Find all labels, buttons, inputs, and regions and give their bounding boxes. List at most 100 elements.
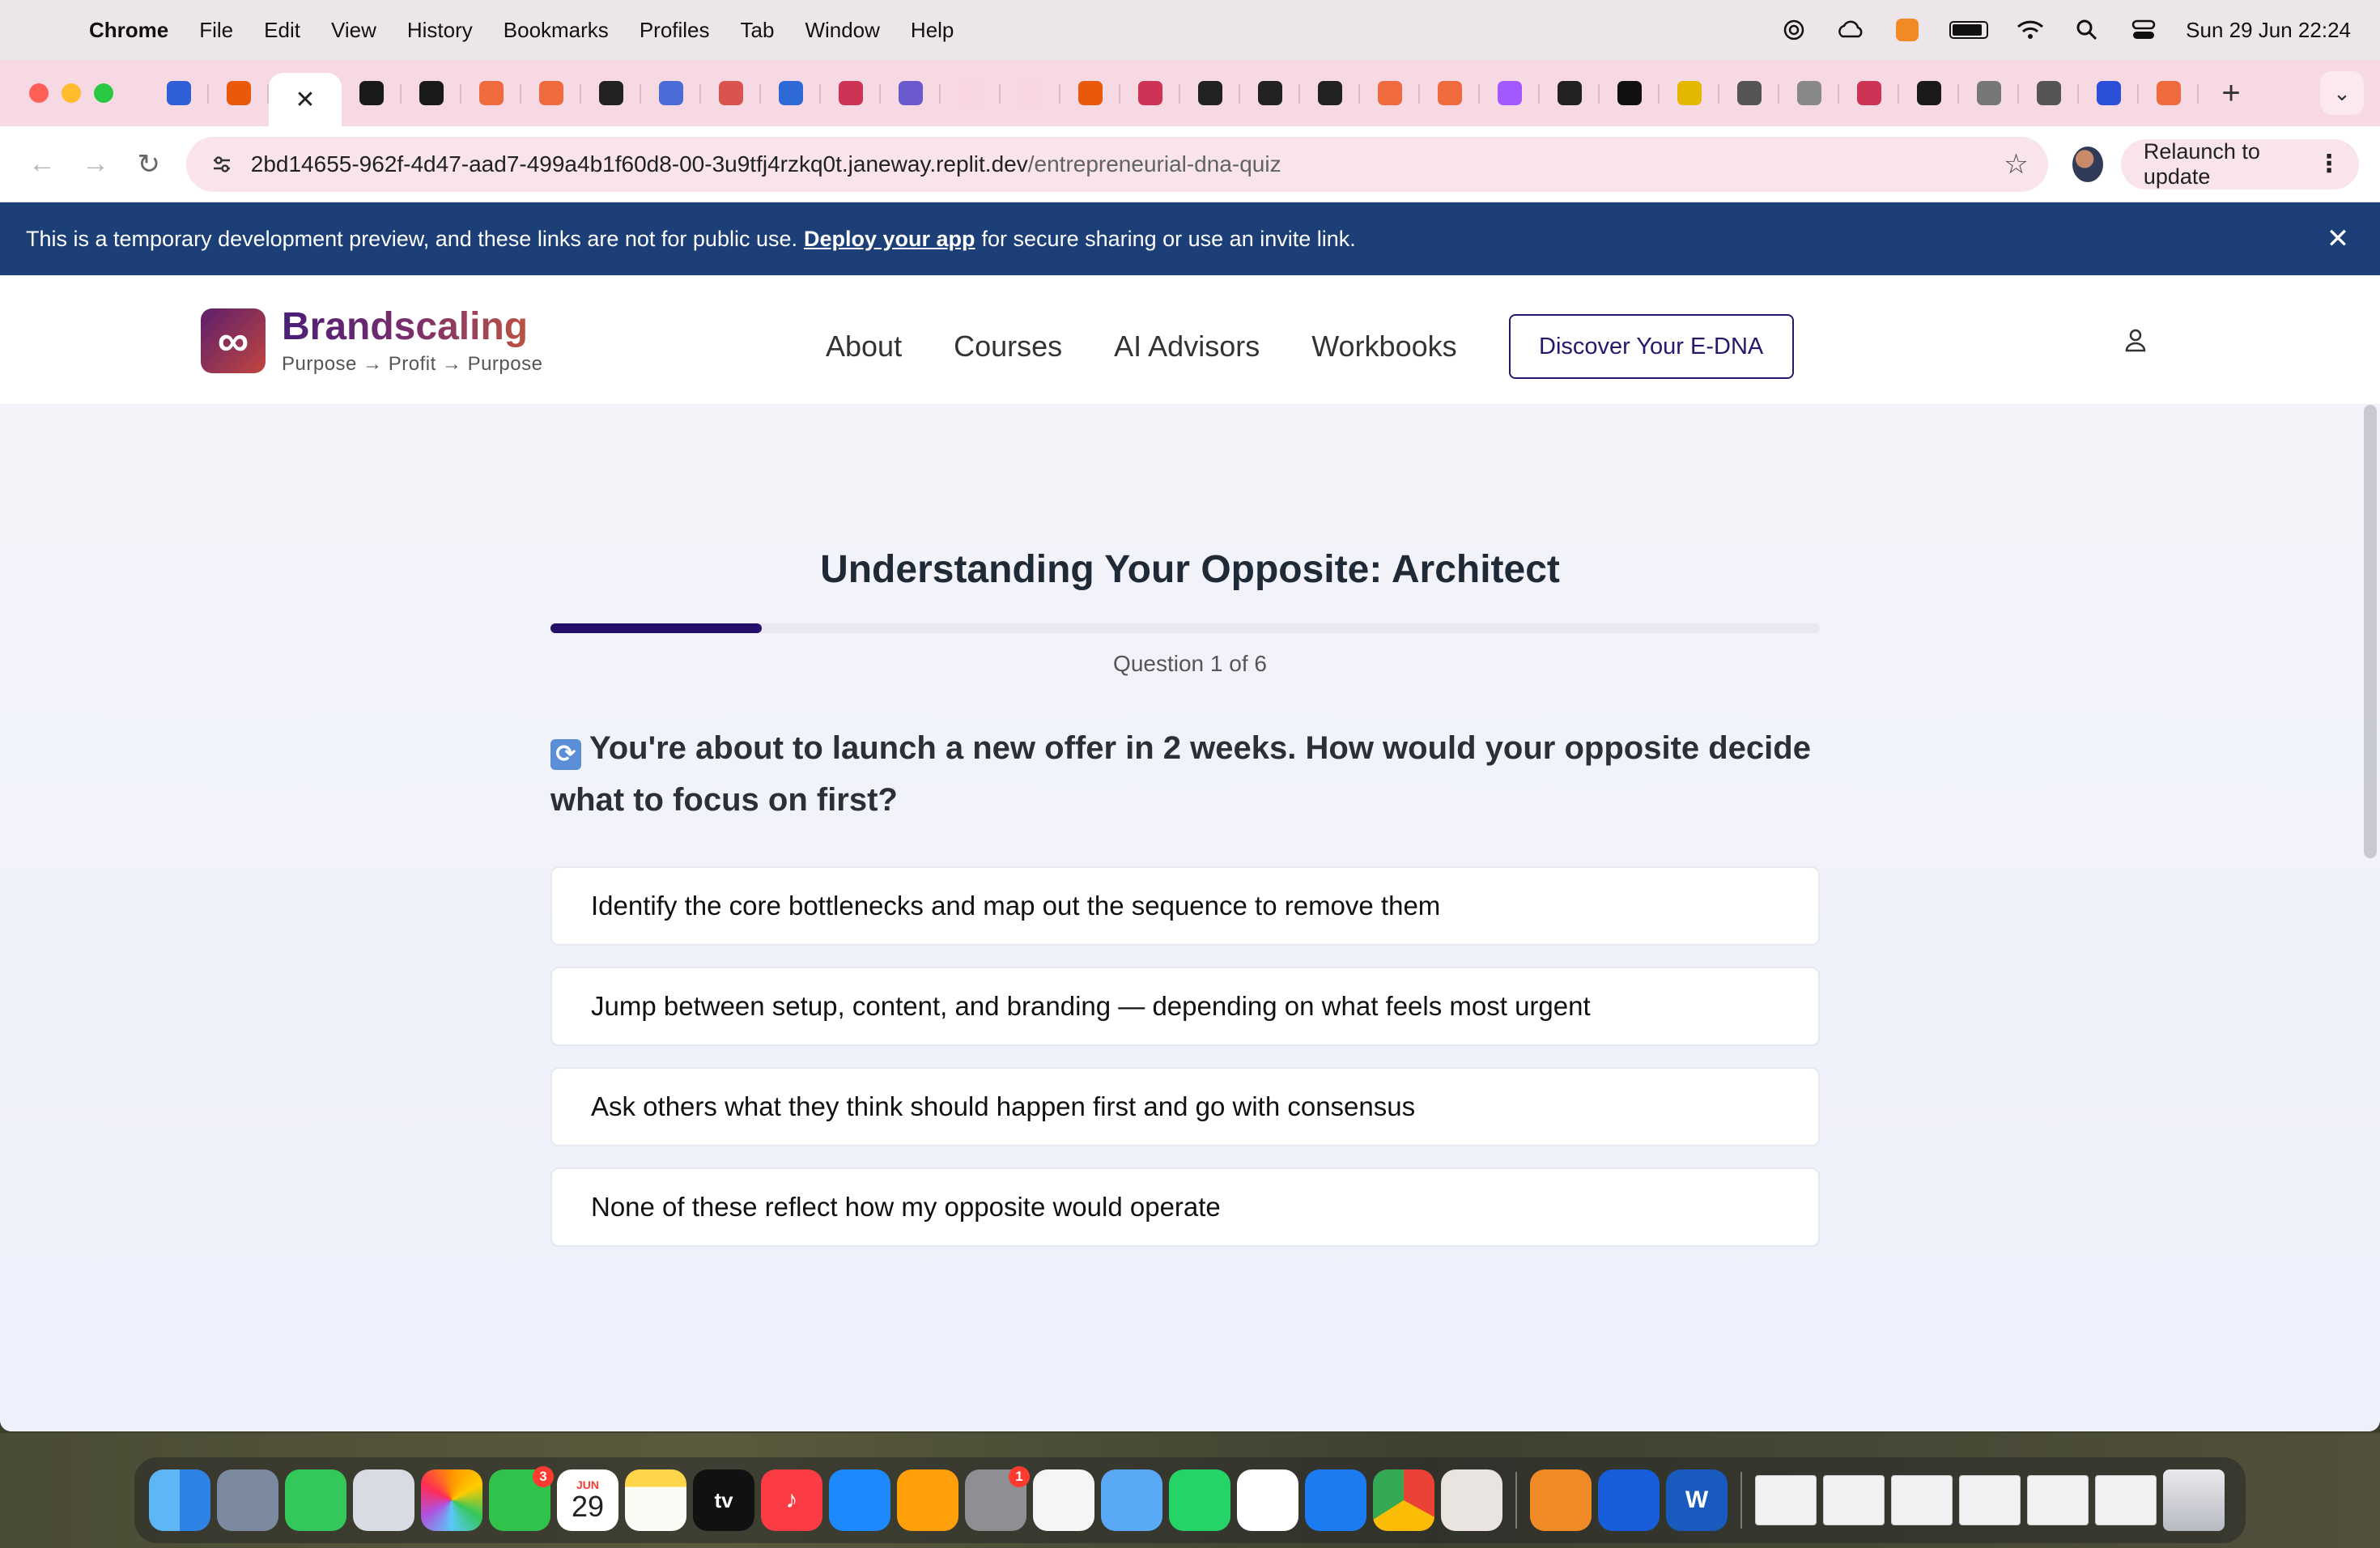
menu-file[interactable]: File (199, 18, 233, 43)
browser-tab[interactable] (701, 70, 761, 117)
menu-help[interactable]: Help (911, 18, 954, 43)
minimized-window-5[interactable] (2027, 1475, 2089, 1525)
browser-tab[interactable] (761, 70, 821, 117)
system-settings-icon[interactable]: 1 (965, 1466, 1030, 1531)
nav-ai-advisors[interactable]: AI Advisors (1114, 330, 1260, 364)
chatgpt-icon[interactable] (1237, 1469, 1298, 1531)
bookmark-star-icon[interactable]: ☆ (2004, 148, 2028, 181)
chrome-icon[interactable] (1373, 1469, 1434, 1531)
user-account-icon[interactable] (2121, 325, 2150, 355)
finder-icon[interactable] (149, 1469, 210, 1531)
reload-button[interactable]: ↻ (128, 140, 170, 189)
messages-icon[interactable] (285, 1469, 346, 1531)
tab-search-button[interactable]: ⌄ (2320, 71, 2364, 115)
browser-tab[interactable] (1180, 70, 1240, 117)
browser-tab[interactable] (881, 70, 941, 117)
safari-icon[interactable] (1305, 1469, 1366, 1531)
browser-tab[interactable] (1360, 70, 1420, 117)
calendar-icon[interactable]: JUN 29 (557, 1469, 618, 1531)
back-button[interactable]: ← (21, 140, 63, 189)
chrome-menu-icon[interactable]: ⋮ (2317, 150, 2341, 178)
close-window-button[interactable] (29, 83, 49, 103)
close-banner-icon[interactable]: ✕ (2322, 223, 2354, 255)
browser-tab[interactable] (941, 70, 1001, 117)
music-icon[interactable]: ♪ (761, 1469, 822, 1531)
browser-tab[interactable] (342, 70, 402, 117)
close-tab-icon[interactable]: ✕ (295, 86, 315, 114)
mail-icon[interactable] (1101, 1469, 1162, 1531)
browser-tab[interactable] (1300, 70, 1360, 117)
site-info-icon[interactable] (206, 148, 238, 181)
answer-option-3[interactable]: Ask others what they think should happen… (550, 1067, 1820, 1146)
menu-app-name[interactable]: Chrome (89, 18, 168, 43)
browser-tab[interactable] (1839, 70, 1899, 117)
menu-window[interactable]: Window (805, 18, 879, 43)
battery-icon[interactable] (1949, 21, 1989, 39)
nav-workbooks[interactable]: Workbooks (1311, 330, 1456, 364)
minimize-window-button[interactable] (62, 83, 81, 103)
menubar-clock[interactable]: Sun 29 Jun 22:24 (2186, 18, 2351, 43)
answer-option-1[interactable]: Identify the core bottlenecks and map ou… (550, 866, 1820, 946)
browser-tab[interactable] (1600, 70, 1660, 117)
minimized-window-4[interactable] (1959, 1475, 2021, 1525)
keynote-icon[interactable] (829, 1469, 890, 1531)
facetime-icon[interactable]: 3 (489, 1466, 554, 1531)
minimized-window-6[interactable] (2095, 1475, 2157, 1525)
browser-tab[interactable] (2019, 70, 2079, 117)
trash-icon[interactable] (2163, 1469, 2225, 1531)
page-scrollbar[interactable] (2364, 405, 2377, 858)
pages-icon[interactable] (897, 1469, 958, 1531)
browser-tab[interactable] (521, 70, 581, 117)
address-bar[interactable]: 2bd14655-962f-4d47-aad7-499a4b1f60d8-00-… (185, 136, 2048, 192)
menu-history[interactable]: History (407, 18, 473, 43)
browser-tab[interactable] (1899, 70, 1959, 117)
new-tab-button[interactable]: + (2207, 75, 2255, 112)
nav-courses[interactable]: Courses (954, 330, 1062, 364)
browser-tab[interactable] (1959, 70, 2019, 117)
answer-option-4[interactable]: None of these reflect how my opposite wo… (550, 1167, 1820, 1247)
inkscape-icon[interactable] (1033, 1469, 1094, 1531)
browser-tab[interactable] (1540, 70, 1600, 117)
browser-tab[interactable] (1480, 70, 1540, 117)
sublime-text-icon[interactable] (1530, 1469, 1592, 1531)
browser-tab[interactable] (581, 70, 641, 117)
brand-logo-link[interactable]: ∞ Brandscaling Purpose → Profit → Purpos… (201, 306, 542, 376)
browser-tab[interactable] (461, 70, 521, 117)
minimized-window-3[interactable] (1891, 1475, 1953, 1525)
fullscreen-window-button[interactable] (94, 83, 113, 103)
minimized-window-1[interactable] (1755, 1475, 1817, 1525)
word-icon[interactable]: W (1666, 1469, 1728, 1531)
deploy-app-link[interactable]: Deploy your app (804, 227, 975, 252)
apple-tv-icon[interactable]: tv (693, 1469, 754, 1531)
photos-icon[interactable] (421, 1469, 482, 1531)
notes-icon[interactable] (625, 1469, 686, 1531)
sublime-status-icon[interactable] (1893, 18, 1922, 42)
browser-tab[interactable] (1001, 70, 1060, 117)
browser-tab[interactable] (402, 70, 461, 117)
minimized-window-2[interactable] (1823, 1475, 1885, 1525)
launchpad-icon[interactable] (353, 1469, 414, 1531)
menu-profiles[interactable]: Profiles (640, 18, 710, 43)
browser-tab[interactable] (149, 70, 209, 117)
browser-tab[interactable] (821, 70, 881, 117)
chatgpt-status-icon[interactable] (1779, 18, 1808, 42)
browser-tab[interactable] (1779, 70, 1839, 117)
control-center-icon[interactable] (2129, 18, 2158, 42)
spotlight-search-icon[interactable] (2072, 18, 2102, 42)
browser-tab[interactable] (2079, 70, 2139, 117)
nav-about[interactable]: About (826, 330, 902, 364)
browser-tab[interactable] (1660, 70, 1719, 117)
profile-avatar[interactable] (2072, 146, 2103, 182)
relaunch-button[interactable]: Relaunch to update ⋮ (2120, 138, 2360, 189)
browser-tab[interactable] (1060, 70, 1120, 117)
browser-tab[interactable] (209, 70, 269, 117)
airmail-icon[interactable] (1441, 1469, 1502, 1531)
preview-app-icon[interactable] (217, 1469, 278, 1531)
menu-tab[interactable]: Tab (741, 18, 775, 43)
discover-edna-button[interactable]: Discover Your E-DNA (1508, 314, 1794, 379)
cloud-sync-icon[interactable] (1836, 18, 1865, 42)
browser-tab[interactable] (641, 70, 701, 117)
answer-option-2[interactable]: Jump between setup, content, and brandin… (550, 967, 1820, 1046)
menu-bookmarks[interactable]: Bookmarks (504, 18, 609, 43)
bitwarden-icon[interactable] (1598, 1469, 1660, 1531)
